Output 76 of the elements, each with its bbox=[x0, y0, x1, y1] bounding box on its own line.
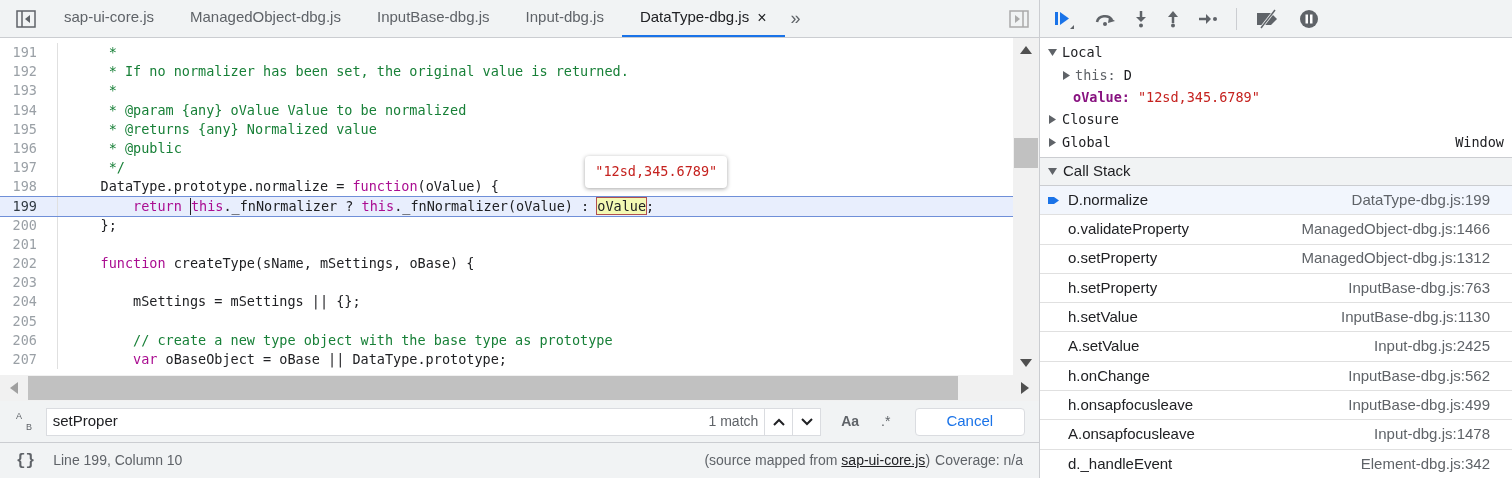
variable-value: "12sd,345.6789" bbox=[1137, 87, 1260, 107]
variable-name: oValue: bbox=[1073, 87, 1130, 107]
code-text: // create a new type object with the base type as prototype bbox=[132, 330, 613, 350]
code-text: * If no normalizer has been set, the original value is returned. bbox=[107, 62, 629, 82]
step-out-icon[interactable] bbox=[1166, 9, 1180, 28]
regex-button[interactable]: .* bbox=[872, 411, 899, 432]
scroll-down-icon[interactable] bbox=[1020, 359, 1032, 367]
code-text: }; bbox=[99, 215, 117, 235]
sidebar-toggle-icon[interactable] bbox=[16, 9, 36, 28]
call-stack-header[interactable]: Call Stack bbox=[1040, 158, 1512, 186]
variable-name[interactable]: this: bbox=[1075, 64, 1116, 86]
code-text: function bbox=[352, 177, 418, 197]
code-text: ._fnNormalizer ? bbox=[223, 196, 355, 216]
scope-section[interactable]: Closure bbox=[1040, 108, 1512, 131]
cursor-position: Line 199, Column 10 bbox=[53, 451, 183, 470]
match-count: 1 match bbox=[707, 412, 760, 431]
replace-toggle-button[interactable]: A B bbox=[14, 410, 36, 433]
step-icon[interactable] bbox=[1198, 11, 1218, 26]
code-text: * @param {any} oValue Value to be normalized bbox=[107, 100, 467, 120]
code-text: oBaseObject = oBase || DataType.prototype; bbox=[164, 350, 507, 370]
scope-section[interactable]: Global Window bbox=[1040, 131, 1512, 154]
file-tab[interactable]: DataType-dbg.js × bbox=[621, 0, 785, 37]
scope-section[interactable]: Local bbox=[1040, 41, 1512, 64]
code-text: * bbox=[107, 43, 117, 62]
scroll-right-icon[interactable] bbox=[1021, 382, 1029, 394]
code-text: this bbox=[361, 196, 395, 216]
chevron-up-icon bbox=[772, 417, 785, 426]
scroll-up-icon[interactable] bbox=[1020, 46, 1032, 54]
debugger-toggle-icon[interactable] bbox=[1009, 9, 1029, 28]
collapsed-triangle-icon[interactable] bbox=[1048, 115, 1057, 124]
text-cursor bbox=[189, 197, 191, 215]
source-map-text: (source mapped from sap-ui-core.js) bbox=[704, 451, 931, 470]
code-text: mSettings = mSettings || {}; bbox=[132, 292, 361, 312]
cancel-button[interactable]: Cancel bbox=[914, 407, 1025, 436]
line-number: 198 bbox=[0, 177, 58, 197]
expanded-triangle-icon[interactable] bbox=[1048, 48, 1057, 57]
code-text: createType(sName, mSettings, oBase) { bbox=[172, 254, 475, 274]
code-text: * @public bbox=[107, 138, 182, 158]
collapsed-triangle-icon[interactable] bbox=[1062, 70, 1071, 80]
code-text: return bbox=[132, 196, 183, 216]
line-number: 200 bbox=[0, 215, 58, 235]
value-tooltip: "12sd,345.6789" bbox=[585, 156, 728, 188]
line-number: 199 bbox=[0, 196, 58, 216]
horizontal-scrollbar-thumb[interactable] bbox=[28, 376, 958, 400]
search-box[interactable]: setProper 1 match bbox=[45, 407, 822, 436]
match-case-button[interactable]: Aa bbox=[837, 411, 863, 432]
search-field[interactable]: setProper bbox=[46, 410, 703, 433]
coverage-text: Coverage: n/a bbox=[935, 451, 1023, 470]
file-tab[interactable]: InputBase-dbg.js bbox=[358, 0, 508, 37]
code-text: function bbox=[99, 254, 166, 274]
file-tab[interactable]: ManagedObject-dbg.js bbox=[172, 0, 359, 37]
code-text: this bbox=[190, 196, 224, 216]
chevron-down-icon bbox=[800, 417, 813, 426]
code-text: ._fnNormalizer(oValue) : bbox=[394, 196, 591, 216]
code-text: (oValue) { bbox=[417, 177, 499, 197]
current-frame-arrow-icon bbox=[1048, 195, 1059, 206]
variable-value: D bbox=[1123, 65, 1132, 85]
code-text: */ bbox=[107, 158, 125, 178]
source-link[interactable]: sap-ui-core.js bbox=[841, 452, 926, 468]
call-frame[interactable]: D.normalize DataType-dbg.js:199 bbox=[1040, 186, 1512, 216]
code-text: ; bbox=[646, 196, 655, 216]
code-text: * bbox=[107, 81, 117, 101]
hovered-variable: oValue bbox=[597, 197, 647, 214]
close-icon[interactable]: × bbox=[757, 5, 767, 30]
code-text: * @returns {any} Normalized value bbox=[107, 119, 377, 139]
file-tab[interactable]: Input-dbg.js bbox=[507, 0, 622, 37]
pretty-print-button[interactable]: {} bbox=[16, 448, 36, 473]
expanded-triangle-icon[interactable] bbox=[1048, 167, 1057, 176]
pause-on-exceptions-icon[interactable] bbox=[1299, 8, 1319, 29]
code-text: DataType.prototype.normalize = bbox=[99, 177, 346, 197]
file-tab[interactable]: sap-ui-core.js bbox=[46, 0, 173, 37]
collapsed-triangle-icon[interactable] bbox=[1048, 138, 1057, 147]
more-tabs-button[interactable]: » bbox=[790, 5, 801, 32]
vertical-scrollbar-thumb[interactable] bbox=[1014, 138, 1038, 168]
code-text: var bbox=[132, 350, 158, 369]
step-into-icon[interactable] bbox=[1134, 9, 1148, 28]
